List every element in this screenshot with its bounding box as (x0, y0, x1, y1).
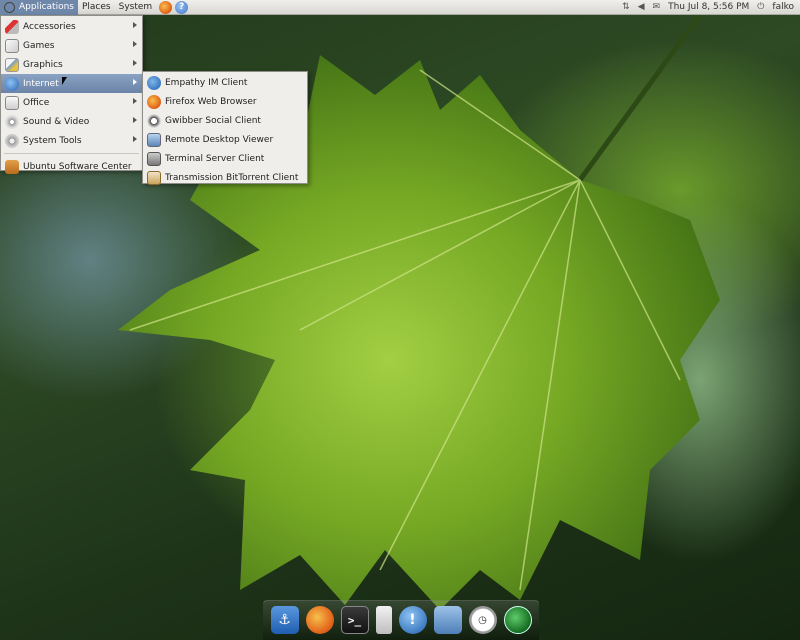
submenu-arrow-icon (133, 22, 137, 28)
power-icon[interactable]: ⏻ (757, 2, 764, 12)
menu-item-label: Graphics (23, 59, 63, 70)
submenu-item-terminal-server[interactable]: Terminal Server Client (143, 149, 307, 168)
sound-video-icon (5, 114, 19, 129)
top-panel: Applications Places System ? ⇅ ◀ ✉ Thu J… (0, 0, 800, 15)
terminal-server-icon (147, 151, 161, 166)
menu-item-label: Gwibber Social Client (165, 115, 261, 126)
user-name[interactable]: falko (772, 2, 794, 12)
submenu-item-empathy[interactable]: Empathy IM Client (143, 73, 307, 92)
folder-icon[interactable] (433, 606, 462, 634)
games-icon (5, 38, 19, 53)
graphics-icon (5, 57, 19, 72)
system-menu[interactable]: System (115, 0, 157, 15)
internet-submenu: Empathy IM Client Firefox Web Browser Gw… (142, 71, 308, 187)
submenu-arrow-icon (133, 41, 137, 47)
globe-icon[interactable] (503, 606, 532, 634)
clock-icon[interactable]: ◷ (468, 606, 497, 634)
menu-item-games[interactable]: Games (1, 36, 142, 55)
submenu-arrow-icon (133, 60, 137, 66)
submenu-item-transmission[interactable]: Transmission BitTorrent Client (143, 168, 307, 187)
applications-label: Applications (19, 2, 74, 12)
submenu-arrow-icon (133, 79, 137, 85)
menu-item-label: Transmission BitTorrent Client (165, 172, 299, 183)
menu-item-label: Ubuntu Software Center (23, 161, 132, 172)
mail-icon[interactable]: ✉ (653, 2, 661, 12)
transmission-icon (147, 170, 161, 185)
panel-indicators: ⇅ ◀ ✉ Thu Jul 8, 5:56 PM ⏻ falko (622, 2, 800, 12)
applications-menu[interactable]: Applications (0, 0, 78, 15)
submenu-item-gwibber[interactable]: Gwibber Social Client (143, 111, 307, 130)
software-center-icon (5, 159, 19, 174)
accessories-icon (5, 19, 19, 34)
menu-item-office[interactable]: Office (1, 93, 142, 112)
firefox-icon[interactable] (159, 0, 173, 14)
menu-item-software-center[interactable]: Ubuntu Software Center (1, 157, 142, 176)
menu-item-label: Office (23, 97, 50, 108)
firefox-icon (147, 94, 161, 109)
office-icon (5, 95, 19, 110)
submenu-item-firefox[interactable]: Firefox Web Browser (143, 92, 307, 111)
volume-icon[interactable]: ◀ (638, 2, 645, 12)
menu-item-label: Empathy IM Client (165, 77, 248, 88)
help-icon[interactable]: ? (175, 0, 189, 14)
empathy-icon (147, 75, 161, 90)
menu-item-label: Games (23, 40, 55, 51)
menu-item-system-tools[interactable]: System Tools (1, 131, 142, 150)
menu-item-label: Sound & Video (23, 116, 90, 127)
applications-dropdown: Accessories Games Graphics Internet Offi… (0, 15, 143, 174)
system-tools-icon (5, 133, 19, 148)
terminal-icon[interactable]: >_ (340, 606, 369, 634)
menu-item-accessories[interactable]: Accessories (1, 17, 142, 36)
submenu-item-remote-desktop[interactable]: Remote Desktop Viewer (143, 130, 307, 149)
mouse-pointer-icon (62, 77, 67, 85)
menu-item-internet[interactable]: Internet (1, 74, 142, 93)
clock-label[interactable]: Thu Jul 8, 5:56 PM (668, 2, 749, 12)
remote-desktop-icon (147, 132, 161, 147)
gwibber-icon (147, 113, 161, 128)
firefox-icon[interactable] (305, 606, 334, 634)
submenu-arrow-icon (133, 117, 137, 123)
menu-separator (4, 153, 139, 154)
places-label: Places (81, 2, 111, 12)
submenu-arrow-icon (133, 136, 137, 142)
menu-item-label: Internet (23, 78, 59, 89)
ipod-icon[interactable] (375, 606, 392, 634)
empathy-icon[interactable]: ! (398, 606, 427, 634)
anchor-icon[interactable]: ⚓ (270, 606, 299, 634)
dock: ⚓ >_ ! ◷ (263, 600, 539, 640)
internet-icon (5, 76, 19, 91)
menu-item-label: System Tools (23, 135, 82, 146)
menu-item-label: Remote Desktop Viewer (165, 134, 274, 145)
network-icon[interactable]: ⇅ (622, 2, 630, 12)
ubuntu-logo-icon (4, 1, 15, 13)
system-label: System (118, 2, 153, 12)
menu-item-sound-video[interactable]: Sound & Video (1, 112, 142, 131)
menu-item-label: Terminal Server Client (165, 153, 265, 164)
submenu-arrow-icon (133, 98, 137, 104)
menu-item-label: Accessories (23, 21, 76, 32)
places-menu[interactable]: Places (78, 0, 115, 15)
menu-item-label: Firefox Web Browser (165, 96, 257, 107)
menu-item-graphics[interactable]: Graphics (1, 55, 142, 74)
